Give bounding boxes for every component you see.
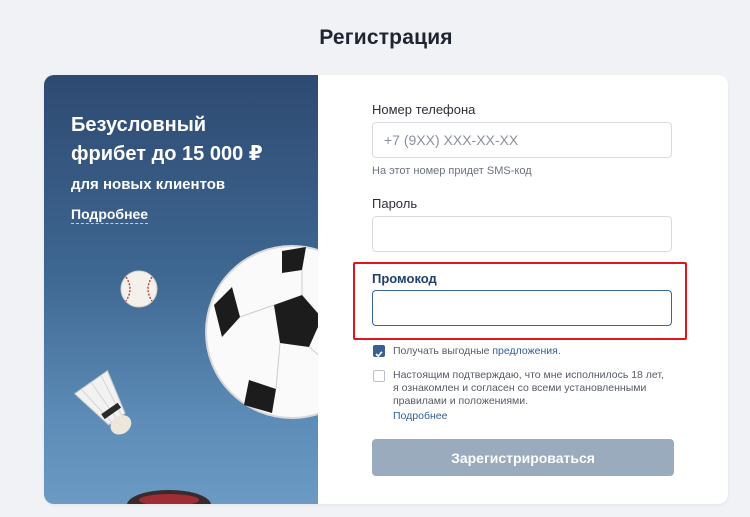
baseball-icon <box>120 270 158 308</box>
promo-headline-line1: Безусловный <box>71 114 207 136</box>
promo-headline-line2: фрибет до 15 000 ₽ <box>71 143 263 165</box>
promocode-highlight-frame <box>353 262 687 340</box>
phone-label: Номер телефона <box>372 102 476 117</box>
terms-more-link[interactable]: Подробнее <box>393 410 664 423</box>
offers-suffix: . <box>557 345 561 357</box>
phone-input[interactable] <box>372 122 672 158</box>
terms-line3: правилами и положениями. <box>393 395 529 407</box>
terms-line2: я ознакомлен и согласен со всеми установ… <box>393 382 647 394</box>
soccer-ball-icon <box>205 245 318 419</box>
register-button[interactable]: Зарегистрироваться <box>372 439 674 476</box>
terms-line1: Настоящим подтверждаю, что мне исполнило… <box>393 369 664 381</box>
promo-subtitle: для новых клиентов <box>71 176 226 193</box>
offers-link[interactable]: предложения <box>492 345 557 357</box>
offers-checkbox[interactable] <box>373 345 385 358</box>
password-label: Пароль <box>372 196 418 211</box>
password-input[interactable] <box>372 216 672 252</box>
promo-more-link[interactable]: Подробнее <box>71 206 149 224</box>
phone-hint: На этот номер придет SMS-код <box>372 165 532 177</box>
promo-headline: Безусловный фрибет до 15 000 ₽ <box>71 111 301 169</box>
terms-checkbox-label: Настоящим подтверждаю, что мне исполнило… <box>393 369 664 423</box>
shuttlecock-icon <box>73 369 132 435</box>
promo-banner: Безусловный фрибет до 15 000 ₽ для новых… <box>44 75 318 504</box>
checkmark-icon <box>375 351 383 358</box>
page-title: Регистрация <box>319 26 453 49</box>
terms-checkbox[interactable] <box>373 370 385 382</box>
registration-card: Безусловный фрибет до 15 000 ₽ для новых… <box>44 75 728 504</box>
offers-text: Получать выгодные <box>393 345 493 357</box>
offers-checkbox-label: Получать выгодные предложения. <box>393 345 561 358</box>
